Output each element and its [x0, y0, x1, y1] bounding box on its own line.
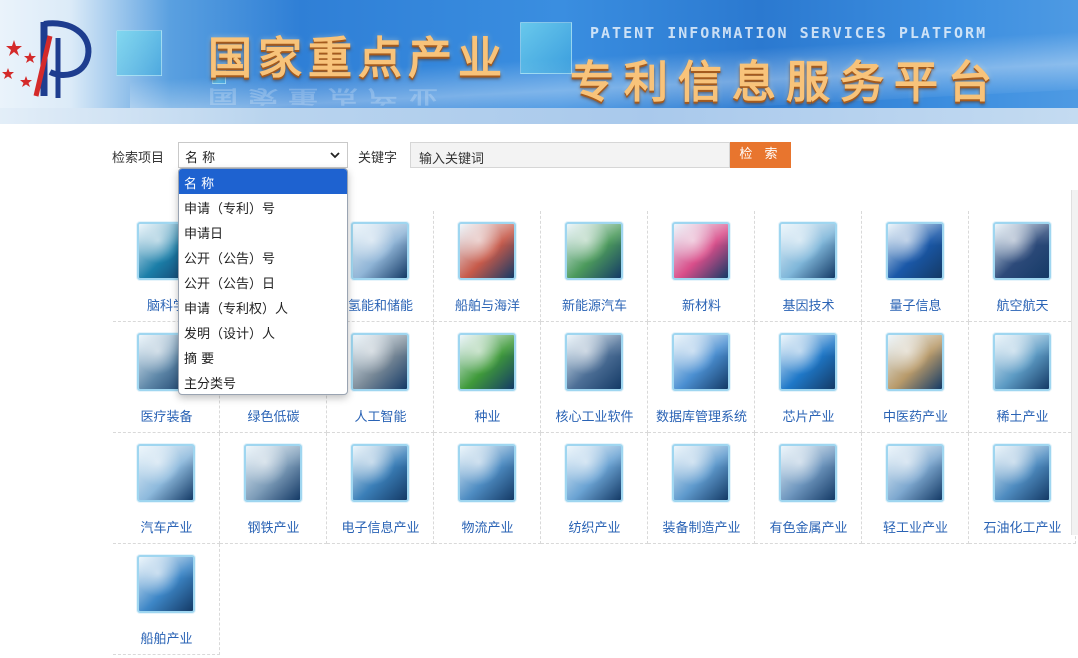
quantum-icon [886, 222, 944, 280]
patent-office-logo-icon [2, 20, 92, 98]
chip-icon [779, 333, 837, 391]
industry-label: 船舶与海洋 [454, 299, 520, 314]
herbal-medicine-icon [886, 333, 944, 391]
seedling-icon [458, 333, 516, 391]
keyword-input[interactable]: 输入关键词 [410, 142, 730, 168]
header-banner: PATENT INFORMATION SERVICES PLATFORM 国家重… [0, 0, 1078, 124]
keyword-label: 关键字 [358, 151, 398, 166]
industry-card[interactable]: 钢铁产业 [220, 433, 327, 544]
banner-english-title: PATENT INFORMATION SERVICES PLATFORM [590, 24, 988, 42]
banner-title-main: 国家重点产业 [208, 33, 508, 84]
light-industry-icon [886, 444, 944, 502]
search-bar: 检索项目 名 称 关键字 输入关键词 检 索 [112, 141, 812, 169]
industry-label: 基因技术 [782, 299, 835, 314]
dropdown-option[interactable]: 申请（专利）号 [179, 194, 347, 219]
industry-card[interactable]: 航空航天 [969, 211, 1076, 322]
search-field-selected-value: 名 称 [185, 151, 216, 166]
banner-title-reflection: 国家重点产业 [208, 85, 448, 107]
industry-label: 纺织产业 [568, 521, 621, 536]
industry-label: 种业 [474, 410, 501, 425]
search-field-label: 检索项目 [112, 151, 165, 166]
industry-card[interactable]: 石油化工产业 [969, 433, 1076, 544]
banner-title-sub: 专利信息服务平台 [570, 57, 1002, 108]
industry-label: 汽车产业 [140, 521, 193, 536]
robot-icon [351, 333, 409, 391]
hydrogen-tank-icon [351, 222, 409, 280]
new-material-icon [672, 222, 730, 280]
dropdown-option[interactable]: 申请日 [179, 219, 347, 244]
industry-label: 船舶产业 [140, 632, 193, 647]
textile-icon [565, 444, 623, 502]
dropdown-option[interactable]: 发明（设计）人 [179, 319, 347, 344]
gears-icon [672, 444, 730, 502]
industry-card[interactable]: 数据库管理系统 [648, 322, 755, 433]
banner-decor-square [116, 30, 162, 76]
logistics-icon [458, 444, 516, 502]
industry-label: 石油化工产业 [983, 521, 1062, 536]
ship-icon [137, 555, 195, 613]
industry-label: 芯片产业 [782, 410, 835, 425]
industry-label: 新材料 [681, 299, 721, 314]
industry-label: 物流产业 [461, 521, 514, 536]
dropdown-option[interactable]: 摘 要 [179, 344, 347, 369]
industry-card[interactable]: 新能源汽车 [541, 211, 648, 322]
industry-card[interactable]: 轻工业产业 [862, 433, 969, 544]
industrial-software-icon [565, 333, 623, 391]
industry-label: 钢铁产业 [247, 521, 300, 536]
industry-card[interactable]: 汽车产业 [113, 433, 220, 544]
industry-label: 装备制造产业 [662, 521, 741, 536]
dna-icon [779, 222, 837, 280]
banner-bottom-band [0, 108, 1078, 124]
industry-card[interactable]: 核心工业软件 [541, 322, 648, 433]
industry-label: 量子信息 [889, 299, 942, 314]
industry-card[interactable]: 稀土产业 [969, 322, 1076, 433]
industry-label: 医疗装备 [140, 410, 193, 425]
industry-label: 航空航天 [996, 299, 1049, 314]
car-icon [137, 444, 195, 502]
ship-ocean-icon [458, 222, 516, 280]
dropdown-option[interactable]: 公开（公告）号 [179, 244, 347, 269]
industry-card[interactable]: 中医药产业 [862, 322, 969, 433]
industry-card[interactable]: 船舶与海洋 [434, 211, 541, 322]
industry-card[interactable]: 新材料 [648, 211, 755, 322]
rare-earth-icon [993, 333, 1051, 391]
metal-icon [779, 444, 837, 502]
industry-card[interactable]: 有色金属产业 [755, 433, 862, 544]
database-icon [672, 333, 730, 391]
industry-card[interactable]: 物流产业 [434, 433, 541, 544]
industry-label: 人工智能 [354, 410, 407, 425]
industry-card[interactable]: 纺织产业 [541, 433, 648, 544]
industry-card[interactable]: 量子信息 [862, 211, 969, 322]
industry-label: 稀土产业 [996, 410, 1049, 425]
industry-label: 核心工业软件 [555, 410, 634, 425]
industry-label: 数据库管理系统 [655, 410, 747, 425]
industry-card[interactable]: 种业 [434, 322, 541, 433]
search-field-select[interactable]: 名 称 [178, 142, 348, 168]
industry-label: 绿色低碳 [247, 410, 300, 425]
scrollbar[interactable] [1071, 190, 1078, 535]
dropdown-option[interactable]: 申请（专利权）人 [179, 294, 347, 319]
industry-label: 电子信息产业 [341, 521, 420, 536]
steel-icon [244, 444, 302, 502]
industry-card[interactable]: 基因技术 [755, 211, 862, 322]
ev-charging-icon [565, 222, 623, 280]
search-field-dropdown: 名 称 申请（专利）号 申请日 公开（公告）号 公开（公告）日 申请（专利权）人… [178, 168, 348, 395]
dropdown-option[interactable]: 名 称 [179, 169, 347, 194]
dropdown-option[interactable]: 公开（公告）日 [179, 269, 347, 294]
industry-label: 中医药产业 [882, 410, 948, 425]
dropdown-option[interactable]: 主分类号 [179, 369, 347, 394]
search-button[interactable]: 检 索 [730, 142, 791, 168]
industry-card[interactable]: 船舶产业 [113, 544, 220, 655]
industry-label: 轻工业产业 [882, 521, 948, 536]
spacecraft-icon [993, 222, 1051, 280]
industry-card[interactable]: 芯片产业 [755, 322, 862, 433]
industry-label: 有色金属产业 [769, 521, 848, 536]
electronics-icon [351, 444, 409, 502]
banner-decor-square [520, 22, 572, 74]
industry-card[interactable]: 装备制造产业 [648, 433, 755, 544]
industry-label: 新能源汽车 [561, 299, 627, 314]
chevron-down-icon [330, 152, 340, 159]
industry-card[interactable]: 电子信息产业 [327, 433, 434, 544]
petrochemical-icon [993, 444, 1051, 502]
